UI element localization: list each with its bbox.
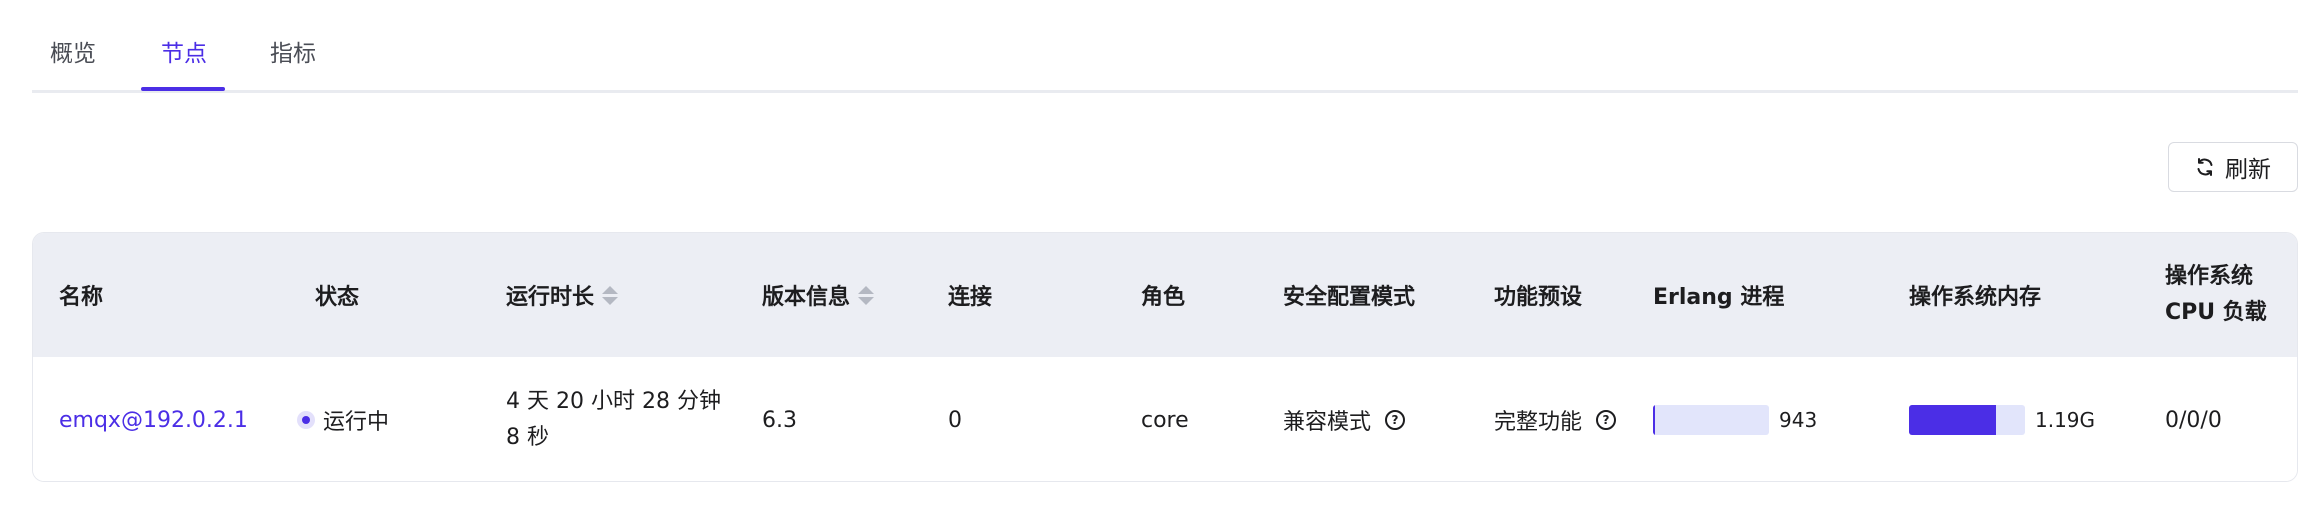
- refresh-label: 刷新: [2225, 157, 2271, 183]
- table-body: emqx@192.0.2.1 运行中 4 天 20 小时 28 分钟 8 秒 6…: [33, 357, 2297, 481]
- node-uptime: 4 天 20 小时 28 分钟 8 秒: [506, 389, 721, 450]
- question-circle-icon[interactable]: ?: [1385, 410, 1406, 430]
- tab-overview[interactable]: 概览: [50, 40, 96, 68]
- tab-bar: 概览 节点 指标: [32, 30, 2298, 93]
- node-name-link[interactable]: emqx@192.0.2.1: [59, 357, 248, 481]
- tab-nodes[interactable]: 节点: [161, 40, 207, 68]
- column-header-name: 名称: [59, 285, 104, 310]
- erlang-process-value: 943: [1779, 408, 1818, 432]
- os-memory-bar: [1909, 405, 2025, 435]
- erlang-process-bar-fill: [1653, 405, 1655, 435]
- refresh-button[interactable]: 刷新: [2168, 142, 2298, 192]
- column-header-version[interactable]: 版本信息: [762, 233, 875, 357]
- refresh-icon: [2195, 157, 2215, 177]
- status-dot-icon: [297, 411, 315, 429]
- node-os-cpu-load: 0/0/0: [2165, 407, 2222, 433]
- column-header-connections: 连接: [948, 285, 993, 310]
- feature-preset-label: 完整功能: [1494, 410, 1583, 435]
- column-header-os-cpu-load: 操作系统 CPU 负载: [2165, 264, 2267, 325]
- node-role: core: [1141, 407, 1189, 433]
- node-status-label: 运行中: [323, 410, 390, 435]
- column-header-role: 角色: [1141, 285, 1186, 310]
- node-feature-preset: 完整功能 ?: [1494, 357, 1617, 481]
- node-status: 运行中: [297, 357, 390, 481]
- node-connections: 0: [948, 407, 962, 433]
- column-header-uptime-label: 运行时长: [506, 285, 595, 310]
- column-header-version-label: 版本信息: [762, 285, 851, 310]
- column-header-uptime[interactable]: 运行时长: [506, 233, 619, 357]
- column-header-erlang-processes: Erlang 进程: [1653, 285, 1785, 310]
- node-security-mode: 兼容模式 ?: [1283, 357, 1406, 481]
- column-header-status: 状态: [315, 285, 360, 310]
- erlang-process-bar: [1653, 405, 1769, 435]
- security-mode-label: 兼容模式: [1283, 410, 1372, 435]
- column-header-feature-preset: 功能预设: [1494, 285, 1583, 310]
- node-version: 6.3: [762, 407, 797, 433]
- nodes-table: 名称 状态 运行时长 版本信息 连接 角色 安全配置模式 功能预设 Erlang…: [32, 232, 2298, 482]
- question-circle-icon[interactable]: ?: [1596, 410, 1617, 430]
- column-header-os-memory: 操作系统内存: [1909, 285, 2042, 310]
- active-tab-indicator: [141, 87, 225, 91]
- node-erlang-processes: 943: [1653, 357, 1818, 481]
- table-header: 名称 状态 运行时长 版本信息 连接 角色 安全配置模式 功能预设 Erlang…: [33, 233, 2297, 357]
- os-memory-value: 1.19G: [2035, 408, 2096, 432]
- sort-icon[interactable]: [602, 285, 619, 305]
- column-header-security-mode: 安全配置模式: [1283, 285, 1416, 310]
- tab-metrics[interactable]: 指标: [270, 40, 316, 68]
- os-memory-bar-fill: [1909, 405, 1996, 435]
- sort-icon[interactable]: [858, 285, 875, 305]
- node-os-memory: 1.19G: [1909, 357, 2096, 481]
